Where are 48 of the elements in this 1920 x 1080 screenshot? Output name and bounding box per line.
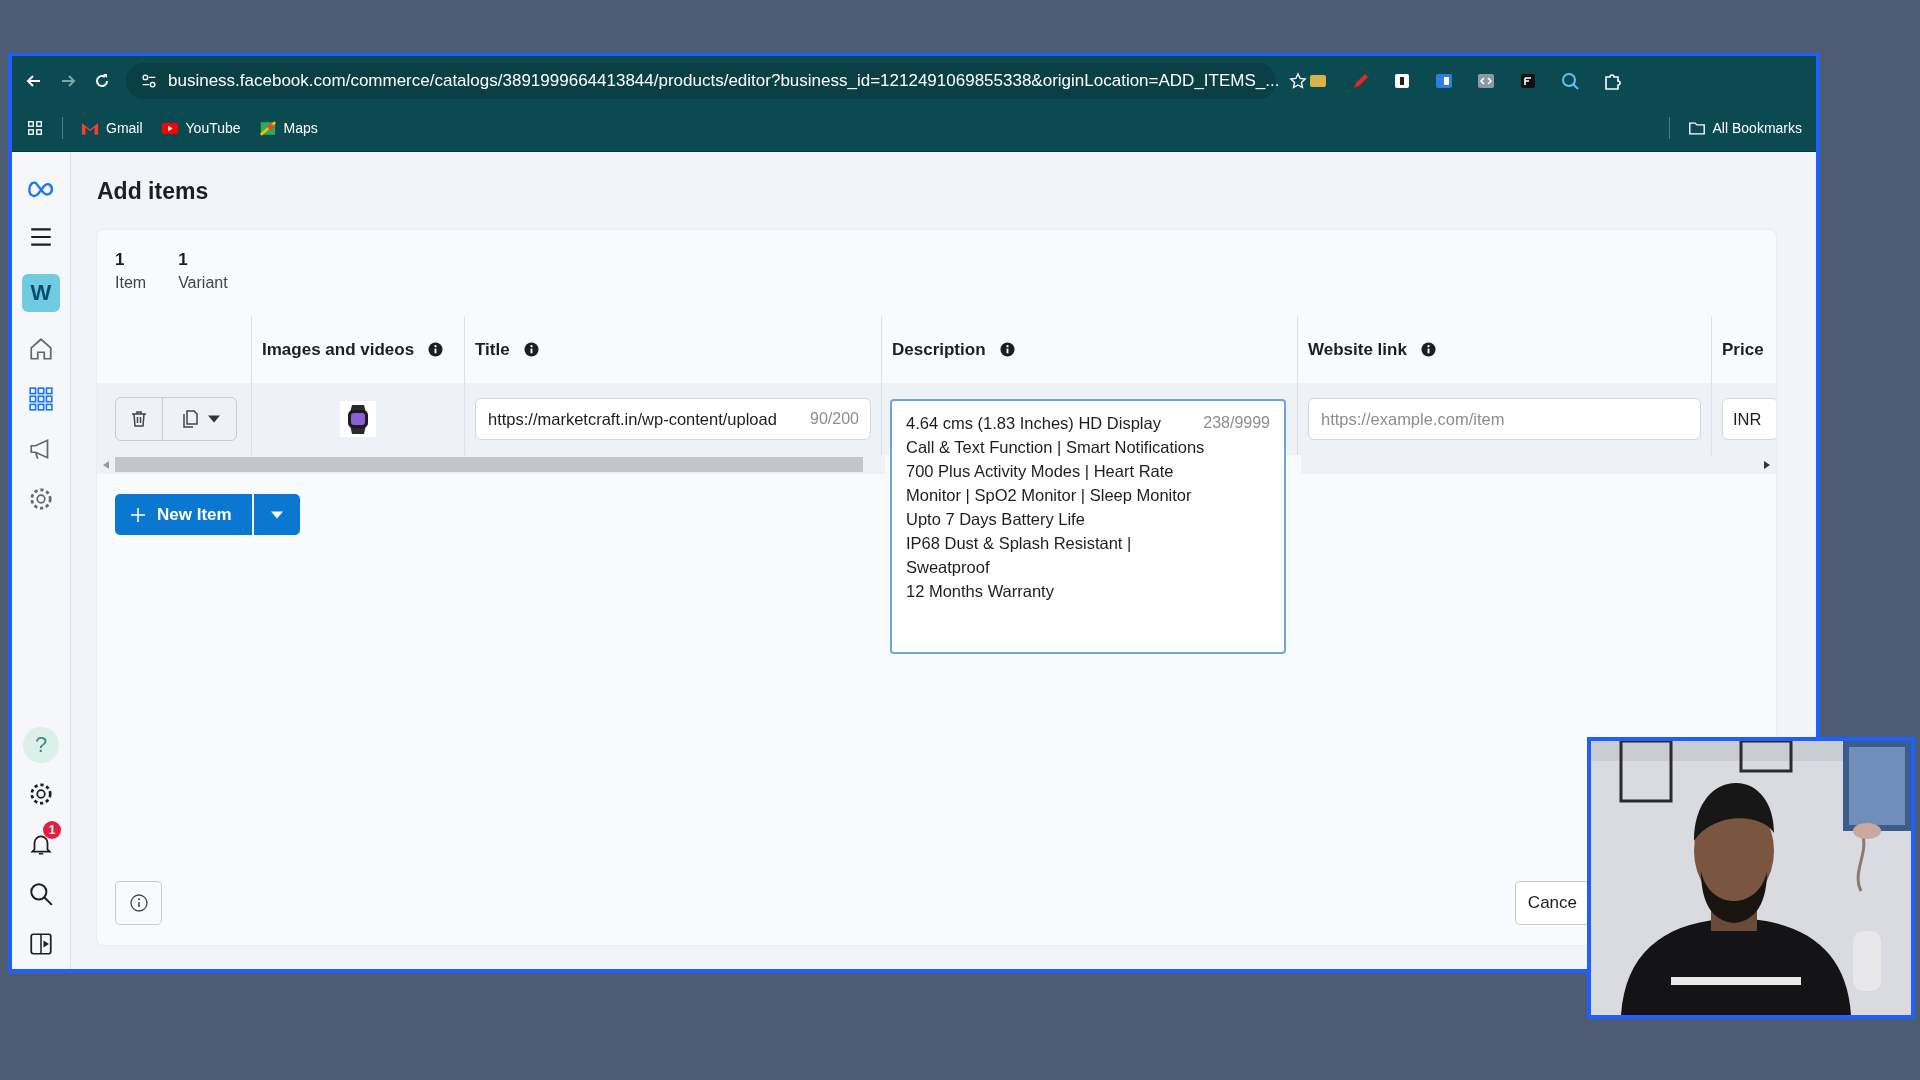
count-label: Variant	[178, 274, 228, 292]
info-icon[interactable]	[1420, 342, 1436, 357]
count-value: 1	[178, 250, 189, 270]
caret-icon	[207, 415, 220, 423]
search-icon[interactable]	[27, 881, 55, 907]
magnifier-icon[interactable]	[1560, 70, 1580, 91]
horizontal-scrollbar[interactable]	[97, 455, 885, 474]
trash-icon	[129, 409, 149, 429]
bookmark-link[interactable]: YouTube	[160, 120, 241, 136]
account-avatar[interactable]: W	[22, 274, 60, 312]
new-item-button[interactable]: New Item	[115, 494, 252, 535]
notification-badge: 1	[43, 821, 61, 839]
count-label: Item	[115, 274, 147, 292]
play-icon	[160, 120, 179, 136]
bookmark-link[interactable]: Gmail	[81, 120, 143, 136]
all-bookmarks-link[interactable]: All Bookmarks	[1687, 120, 1802, 136]
page-title: Add items	[97, 178, 210, 205]
plus-icon	[131, 507, 145, 522]
grid-icon[interactable]	[27, 386, 55, 412]
apps-icon[interactable]	[26, 119, 44, 137]
star-icon[interactable]	[1289, 71, 1308, 90]
description-field[interactable]: 4.64 cms (1.83 Inches) HD Display Call & Text Function | Smart Notifications 700 Plus Activity Modes | Heart Rate Monitor | SpO2 Monitor | Sleep Monitor Upto 7 Days Battery Life IP68 Dust & Splash Resistant | Sweatproof 12 Months Warranty 238/9999	[890, 399, 1286, 654]
info-button[interactable]	[115, 881, 162, 925]
price-field[interactable]: INR	[1722, 398, 1776, 440]
site-settings-icon[interactable]	[140, 71, 158, 90]
info-icon[interactable]	[999, 342, 1015, 357]
column-header: Title	[475, 339, 510, 360]
cancel-button[interactable]: Cance	[1514, 881, 1590, 925]
column-header: Images and videos	[262, 339, 415, 360]
watch-thumbnail[interactable]	[340, 401, 376, 437]
count-value: 1	[115, 250, 126, 270]
column-header: Description	[892, 339, 986, 360]
info-icon[interactable]	[523, 342, 539, 357]
column-header: Price	[1722, 339, 1764, 360]
scroll-right-icon[interactable]	[1764, 460, 1770, 469]
scrollbar-track[interactable]	[1301, 455, 1776, 474]
bookmark-link[interactable]: Maps	[258, 120, 318, 136]
character-count: 90/200	[810, 410, 859, 428]
panel-icon[interactable]	[27, 931, 55, 957]
info-icon	[128, 893, 149, 913]
column-header: Website link	[1308, 339, 1407, 360]
map-icon	[258, 120, 277, 136]
home-icon[interactable]	[27, 336, 55, 362]
info-icon[interactable]	[428, 342, 444, 357]
caret-icon	[270, 510, 283, 519]
website-field[interactable]: https://example.com/item	[1308, 398, 1701, 440]
dropdown-button[interactable]	[253, 494, 300, 535]
folder-icon	[1687, 120, 1706, 136]
